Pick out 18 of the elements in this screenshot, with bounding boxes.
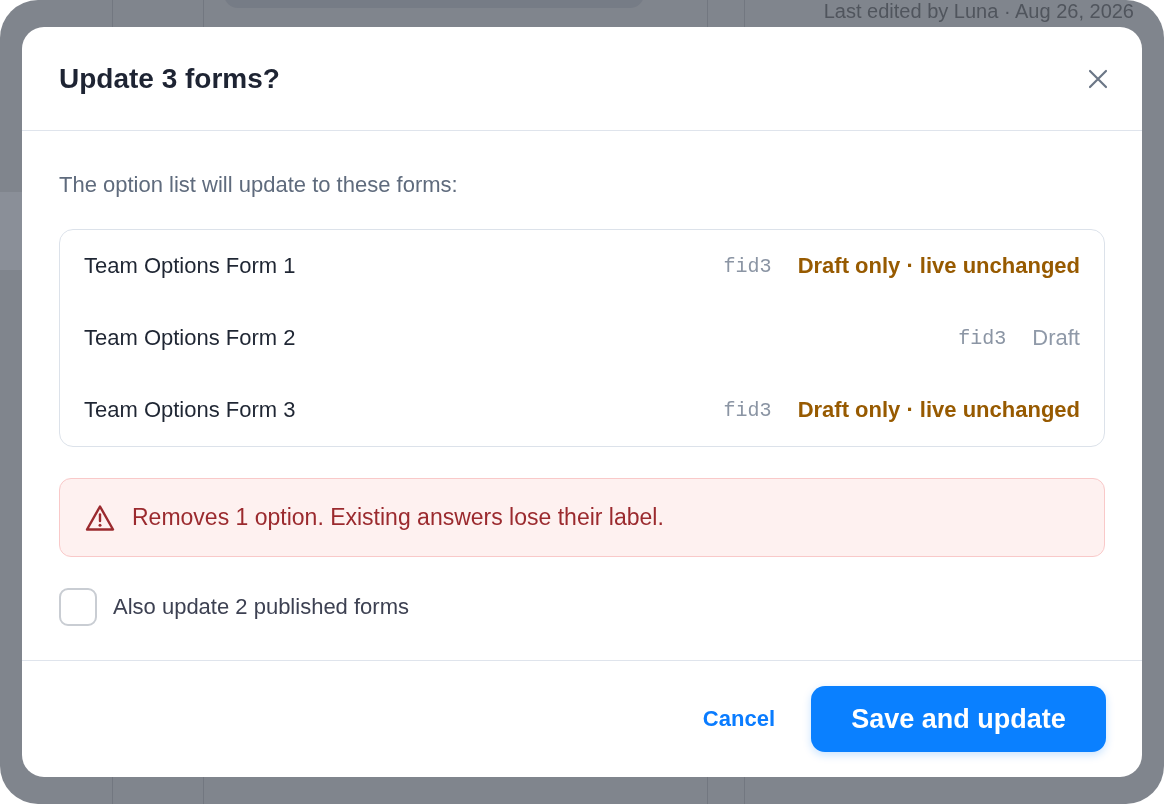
form-status: Draft — [1032, 325, 1080, 351]
form-id: fid3 — [723, 398, 772, 422]
form-name: Team Options Form 1 — [84, 253, 297, 279]
dialog-title: Update 3 forms? — [59, 62, 280, 95]
intro-text: The option list will update to these forms: — [59, 171, 459, 199]
warning-icon — [85, 503, 115, 532]
cancel-button[interactable]: Cancel — [698, 698, 779, 740]
checkbox-label: Also update 2 published forms — [113, 594, 409, 620]
alert-text: Removes 1 option. Existing answers lose their label. — [132, 504, 664, 531]
checkbox[interactable] — [59, 588, 97, 626]
form-name: Team Options Form 3 — [84, 397, 297, 423]
close-icon — [1088, 68, 1108, 89]
form-status: Draft only · live unchanged — [797, 397, 1080, 423]
form-id: fid3 — [723, 254, 772, 278]
form-name: Team Options Form 2 — [84, 325, 297, 351]
form-id: fid3 — [958, 326, 1007, 350]
save-button[interactable]: Save and update — [811, 686, 1106, 752]
form-status: Draft only · live unchanged — [797, 253, 1080, 279]
